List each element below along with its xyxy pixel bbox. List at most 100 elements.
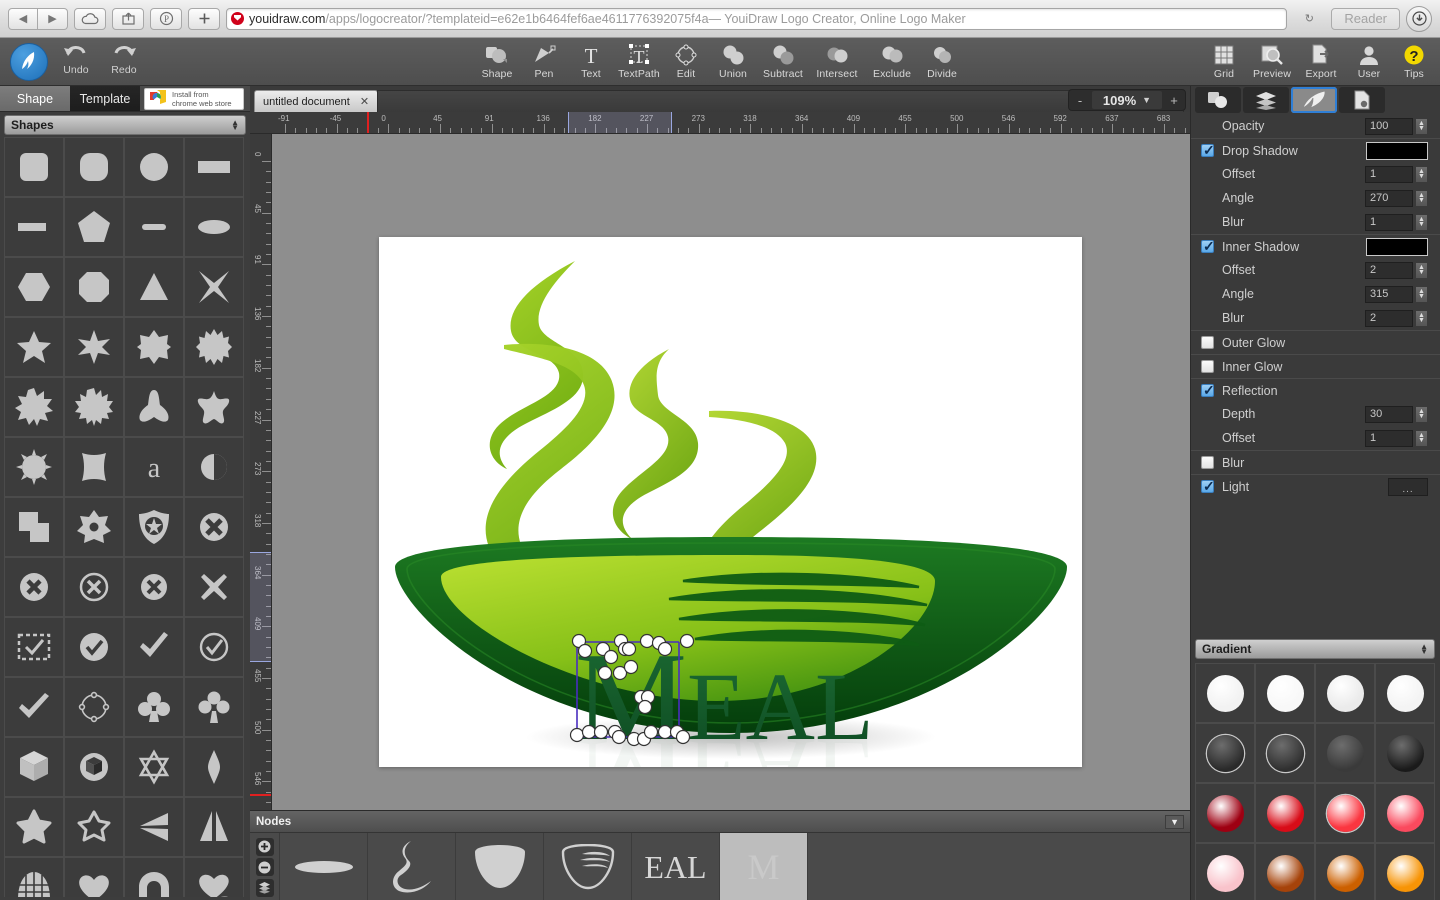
tab-fill[interactable] xyxy=(1195,87,1241,113)
zoom-in-button[interactable]: + xyxy=(1163,93,1185,108)
drop-shadow-angle-spinner[interactable]: ▲ ▼ xyxy=(1415,189,1428,207)
shape-cell[interactable] xyxy=(64,857,124,897)
opacity-input[interactable]: 100 xyxy=(1365,117,1413,135)
shape-cell[interactable] xyxy=(124,557,184,617)
gradient-section-header[interactable]: Gradient ▲ ▼ xyxy=(1195,639,1435,659)
reflection-depth-input[interactable]: 30 xyxy=(1365,405,1413,423)
tab-effects[interactable] xyxy=(1291,87,1337,113)
shape-cell[interactable] xyxy=(184,557,244,617)
shape-cell[interactable] xyxy=(64,797,124,857)
share-icon[interactable] xyxy=(112,7,144,30)
gradient-swatch[interactable] xyxy=(1375,783,1435,843)
shape-cell[interactable] xyxy=(64,617,124,677)
shape-cell[interactable] xyxy=(124,797,184,857)
document-tab[interactable]: untitled document ✕ xyxy=(254,90,379,112)
shape-cell[interactable] xyxy=(4,557,64,617)
chevron-down-icon[interactable]: ▼ xyxy=(1142,95,1151,105)
download-icon[interactable] xyxy=(1406,5,1432,32)
gradient-swatch[interactable] xyxy=(1255,843,1315,900)
shape-cell[interactable] xyxy=(64,197,124,257)
gradient-swatch[interactable] xyxy=(1195,663,1255,723)
shape-cell[interactable] xyxy=(184,677,244,737)
shape-cell[interactable] xyxy=(124,497,184,557)
youidraw-feather-logo[interactable] xyxy=(10,43,48,81)
reader-button[interactable]: Reader xyxy=(1331,7,1400,30)
gradient-swatch[interactable] xyxy=(1375,723,1435,783)
reflection-offset-spinner[interactable]: ▲ ▼ xyxy=(1415,429,1428,447)
gradient-swatch[interactable] xyxy=(1315,663,1375,723)
tool-union[interactable]: Union xyxy=(705,40,761,84)
reflection-depth-stepper[interactable]: 30 ▲ ▼ xyxy=(1365,405,1428,423)
shape-cell[interactable] xyxy=(184,797,244,857)
shape-cell[interactable] xyxy=(4,137,64,197)
node-item[interactable] xyxy=(280,833,368,900)
gradient-swatch[interactable] xyxy=(1255,723,1315,783)
shape-cell[interactable] xyxy=(64,497,124,557)
shapes-section-header[interactable]: Shapes ▲ ▼ xyxy=(4,115,246,135)
inner-shadow-offset-spinner[interactable]: ▲ ▼ xyxy=(1415,261,1428,279)
horizontal-ruler[interactable]: -91 -45 0 45 91 136 182 227 273 318 364 409 455 500 54… xyxy=(250,112,1190,134)
new-tab-button[interactable] xyxy=(188,7,220,30)
shape-cell[interactable] xyxy=(184,617,244,677)
shapes-grid[interactable]: a xyxy=(4,137,246,897)
shape-cell[interactable] xyxy=(4,737,64,797)
shape-cell[interactable] xyxy=(184,197,244,257)
tab-layers[interactable] xyxy=(1243,87,1289,113)
reload-icon[interactable]: ↻ xyxy=(1293,8,1325,30)
chevron-updown-icon[interactable]: ▲ ▼ xyxy=(1420,643,1428,656)
tool-subtract[interactable]: Subtract xyxy=(755,40,811,84)
inner-glow-checkbox[interactable] xyxy=(1201,360,1214,373)
tool-preview[interactable]: Preview xyxy=(1244,40,1300,84)
opacity-stepper[interactable]: 100 ▲ ▼ xyxy=(1365,117,1428,135)
zoom-out-button[interactable]: - xyxy=(1069,93,1091,108)
inner-shadow-offset-stepper[interactable]: 2 ▲ ▼ xyxy=(1365,261,1428,279)
drop-shadow-checkbox[interactable] xyxy=(1201,142,1215,159)
close-x-icon[interactable]: ✕ xyxy=(360,95,369,108)
gradient-swatch[interactable] xyxy=(1195,843,1255,900)
nodes-panel-header[interactable]: Nodes ▼ xyxy=(250,811,1190,833)
forward-button[interactable]: ▶ xyxy=(38,7,68,30)
chevron-down-icon[interactable]: ▼ xyxy=(1165,814,1184,829)
drop-shadow-angle-input[interactable]: 270 xyxy=(1365,189,1413,207)
light-options-button[interactable]: ... xyxy=(1388,477,1428,496)
back-button[interactable]: ◀ xyxy=(8,7,38,30)
tab-document[interactable] xyxy=(1339,87,1385,113)
shape-cell[interactable] xyxy=(64,437,124,497)
shape-cell[interactable] xyxy=(64,377,124,437)
drop-shadow-blur-spinner[interactable]: ▲ ▼ xyxy=(1415,213,1428,231)
drop-shadow-color-swatch[interactable] xyxy=(1366,141,1428,160)
redo-button[interactable]: Redo xyxy=(110,42,138,76)
node-item[interactable] xyxy=(544,833,632,900)
shape-cell[interactable] xyxy=(64,677,124,737)
canvas-viewport[interactable]: M EAL M EAL xyxy=(272,134,1190,900)
pinterest-icon[interactable]: P xyxy=(150,7,182,30)
chevron-updown-icon[interactable]: ▲ ▼ xyxy=(231,119,239,132)
shape-cell[interactable] xyxy=(124,137,184,197)
inner-shadow-blur-spinner[interactable]: ▲ ▼ xyxy=(1415,309,1428,327)
shape-cell[interactable] xyxy=(64,257,124,317)
reflection-offset-input[interactable]: 1 xyxy=(1365,429,1413,447)
drop-shadow-offset-stepper[interactable]: 1 ▲ ▼ xyxy=(1365,165,1428,183)
tab-shape[interactable]: Shape xyxy=(0,86,70,111)
tool-exclude[interactable]: Exclude xyxy=(864,40,920,84)
gradient-swatch-grid[interactable] xyxy=(1195,663,1435,900)
shape-cell[interactable] xyxy=(4,617,64,677)
tool-intersect[interactable]: Intersect xyxy=(809,40,865,84)
shape-cell[interactable] xyxy=(124,197,184,257)
shape-cell[interactable] xyxy=(124,857,184,897)
gradient-swatch[interactable] xyxy=(1315,783,1375,843)
gradient-swatch[interactable] xyxy=(1195,723,1255,783)
reflection-depth-spinner[interactable]: ▲ ▼ xyxy=(1415,405,1428,423)
shape-cell[interactable] xyxy=(4,197,64,257)
inner-shadow-angle-spinner[interactable]: ▲ ▼ xyxy=(1415,285,1428,303)
shape-cell[interactable] xyxy=(4,257,64,317)
shape-cell[interactable] xyxy=(124,257,184,317)
shape-cell[interactable] xyxy=(4,797,64,857)
blur-checkbox[interactable] xyxy=(1201,456,1214,469)
shape-cell[interactable] xyxy=(124,377,184,437)
light-checkbox[interactable] xyxy=(1201,478,1215,495)
shape-cell[interactable] xyxy=(4,377,64,437)
inner-shadow-blur-input[interactable]: 2 xyxy=(1365,309,1413,327)
shape-cell[interactable] xyxy=(4,677,64,737)
inner-shadow-offset-input[interactable]: 2 xyxy=(1365,261,1413,279)
